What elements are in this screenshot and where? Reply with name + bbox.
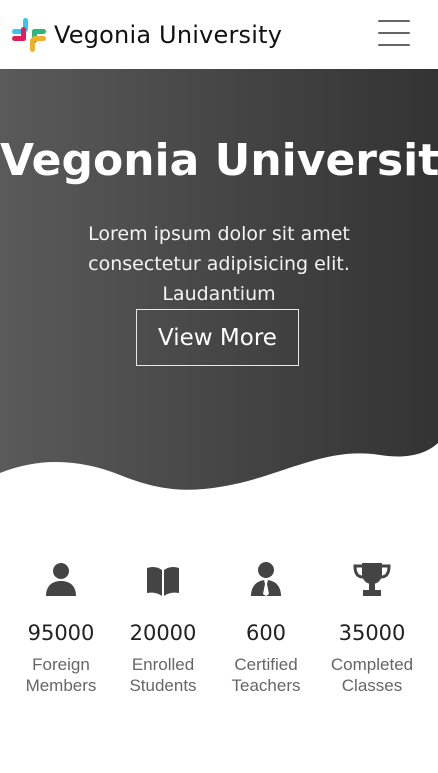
stat-label-line: Members (25, 676, 97, 695)
stat-label-line: Students (129, 676, 197, 695)
hero-text: Lorem ipsum dolor sit amet consectetur a… (88, 223, 350, 305)
stat-foreign-members: 95000 Foreign Members (6, 560, 116, 696)
stat-value: 35000 (338, 621, 406, 645)
navbar: Vegonia University (0, 0, 438, 69)
menu-bar (378, 32, 410, 34)
open-book-icon (147, 566, 179, 596)
stat-label: Completed Classes (317, 654, 427, 696)
stat-label: Foreign Members (6, 654, 116, 696)
stat-enrolled-students: 20000 Enrolled Students (108, 560, 218, 696)
hamburger-menu-icon[interactable] (378, 20, 410, 46)
stats-section: 95000 Foreign Members 20000 Enrolled Stu… (0, 560, 438, 710)
hero-title: Vegonia University (0, 135, 438, 186)
stat-label: Enrolled Students (108, 654, 218, 696)
hero-section: Vegonia University Lorem ipsum dolor sit… (0, 69, 438, 505)
stat-certified-teachers: 600 Certified Teachers (211, 560, 321, 696)
stat-label: Certified Teachers (211, 654, 321, 696)
stat-label-line: Teachers (231, 676, 301, 695)
stat-label-line: Classes (341, 676, 403, 695)
person-with-tie-icon (251, 562, 281, 596)
stat-value: 20000 (129, 621, 197, 645)
hero-wave-divider (0, 443, 438, 505)
view-more-button[interactable]: View More (136, 309, 299, 366)
trophy-icon (353, 563, 391, 596)
stat-completed-classes: 35000 Completed Classes (317, 560, 427, 696)
stat-label-line: Certified (234, 655, 298, 674)
menu-bar (378, 44, 410, 46)
stat-label-line: Foreign (32, 655, 90, 674)
brand-name[interactable]: Vegonia University (54, 21, 282, 49)
stat-label-line: Enrolled (131, 655, 195, 674)
menu-bar (378, 20, 410, 22)
stat-value: 600 (245, 621, 287, 645)
stat-label-line: Completed (330, 655, 414, 674)
stat-value: 95000 (27, 621, 95, 645)
slack-logo-icon[interactable] (10, 16, 48, 54)
person-icon (46, 563, 76, 596)
